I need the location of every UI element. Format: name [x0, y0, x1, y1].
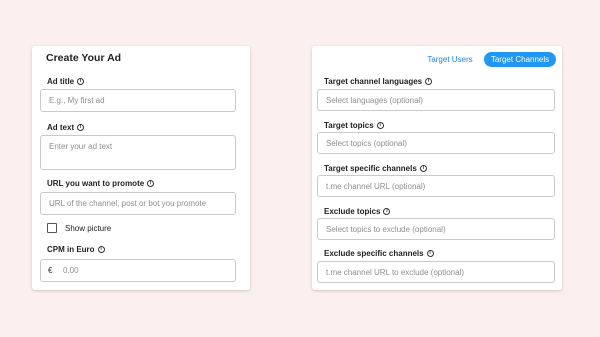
ad-text-label: Ad text i [47, 123, 85, 132]
currency-symbol: € [48, 266, 53, 275]
exclude-channels-input[interactable] [317, 261, 555, 283]
info-icon[interactable]: i [425, 78, 433, 85]
ad-title-label: Ad title i [47, 77, 85, 86]
promote-url-input[interactable] [40, 192, 236, 215]
info-icon[interactable]: i [97, 246, 105, 253]
info-icon[interactable]: i [147, 180, 155, 187]
cpm-field: € [40, 259, 236, 282]
info-icon[interactable]: i [426, 250, 434, 257]
info-icon[interactable]: i [376, 122, 384, 129]
panel-title: Create Your Ad [46, 52, 122, 64]
cpm-label: CPM in Euro i [47, 245, 105, 254]
ad-title-input[interactable] [40, 89, 236, 112]
specific-channels-input[interactable] [317, 175, 555, 197]
ad-text-input[interactable] [40, 135, 236, 170]
cpm-input[interactable] [57, 260, 233, 281]
targeting-panel: Target Users Target Channels Target chan… [312, 46, 562, 290]
languages-label: Target channel languages i [324, 77, 433, 86]
languages-select[interactable] [317, 89, 555, 111]
tab-target-channels[interactable]: Target Channels [484, 52, 556, 67]
exclude-topics-label: Exclude topics i [324, 207, 391, 216]
create-ad-panel: Create Your Ad Ad title i Ad text i URL … [32, 46, 250, 290]
info-icon[interactable]: i [383, 208, 391, 215]
show-picture-checkbox[interactable] [47, 223, 57, 233]
exclude-topics-select[interactable] [317, 218, 555, 240]
specific-channels-label: Target specific channels i [324, 164, 427, 173]
topics-select[interactable] [317, 132, 555, 154]
promote-url-label: URL you want to promote i [47, 179, 155, 188]
exclude-channels-label: Exclude specific channels i [324, 249, 434, 258]
show-picture-label: Show picture [65, 224, 112, 233]
info-icon[interactable]: i [77, 124, 85, 131]
tab-target-users[interactable]: Target Users [422, 52, 478, 67]
topics-label: Target topics i [324, 121, 384, 130]
info-icon[interactable]: i [77, 78, 85, 85]
info-icon[interactable]: i [419, 165, 427, 172]
